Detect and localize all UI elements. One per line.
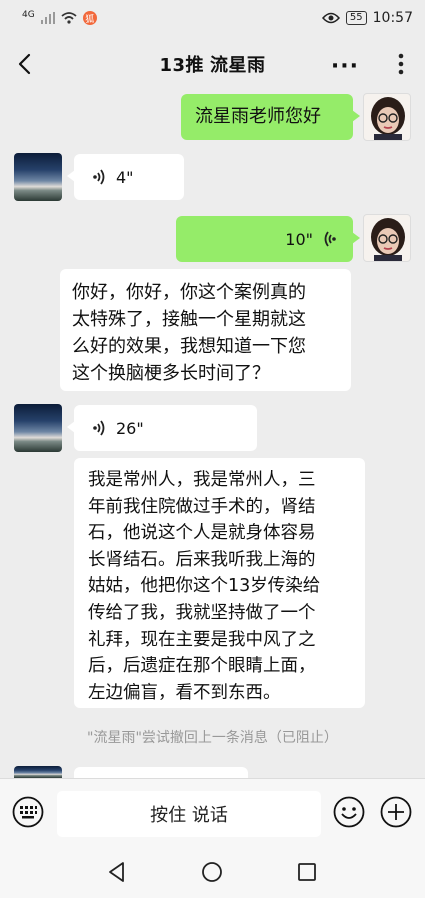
contact-avatar[interactable] bbox=[14, 766, 62, 778]
nav-recents-square-icon[interactable] bbox=[295, 860, 319, 884]
clock: 10:57 bbox=[372, 10, 413, 26]
message-bubble-outgoing[interactable]: 流星雨老师您好 bbox=[181, 94, 360, 140]
emoji-icon[interactable] bbox=[333, 796, 365, 828]
voice-duration: 10" bbox=[285, 229, 313, 249]
signal-icon bbox=[40, 12, 55, 24]
vertical-menu-icon[interactable] bbox=[391, 48, 411, 80]
more-options-button[interactable]: ··· bbox=[331, 54, 359, 79]
message-bubble-incoming[interactable]: 你好，你好，你这个案例真的 太特殊了，接触一个星期就这 么好的效果，我想知道一下… bbox=[60, 269, 351, 391]
voice-duration: 26" bbox=[116, 418, 144, 438]
voice-message-incoming[interactable]: 4" bbox=[67, 154, 184, 200]
message-line: 么好的效果，我想知道一下您 bbox=[72, 336, 306, 357]
nav-back-triangle-icon[interactable] bbox=[105, 860, 129, 884]
message-line: 礼拜，现在主要是我中风了之 bbox=[88, 629, 316, 650]
person-photo-icon bbox=[371, 218, 405, 261]
voice-wave-icon bbox=[324, 231, 336, 247]
back-arrow-icon[interactable] bbox=[12, 50, 40, 78]
message-bubble-incoming-partial[interactable] bbox=[74, 767, 248, 778]
voice-duration: 4" bbox=[116, 167, 134, 187]
network-label: 4G bbox=[22, 10, 35, 20]
my-avatar[interactable] bbox=[363, 93, 411, 141]
message-line: 左边偏盲，看不到东西。 bbox=[88, 682, 281, 703]
message-line: 这个换脑梗多长时间了？ bbox=[72, 363, 270, 384]
message-line: 石，他说这个人是就身体容易 bbox=[88, 523, 316, 544]
message-line: 我是常州人，我是常州人，三 bbox=[88, 470, 316, 490]
message-line: 年前我住院做过手术的，肾结 bbox=[88, 496, 316, 517]
hold-to-talk-button[interactable]: 按住 说话 bbox=[57, 791, 321, 837]
message-line: 长肾结石。后来我听我上海的 bbox=[88, 549, 316, 570]
message-line: 传给了我，我就坚持做了一个 bbox=[88, 602, 316, 623]
notification-badge-icon: 狐 bbox=[82, 11, 97, 25]
message-text: 流星雨老师您好 bbox=[195, 106, 321, 127]
voice-wave-icon bbox=[93, 420, 105, 436]
message-line: 你好，你好，你这个案例真的 bbox=[72, 282, 306, 303]
chat-title: 13推 流星雨 bbox=[159, 55, 266, 76]
message-line: 姑姑，他把你这个13岁传染给 bbox=[88, 576, 321, 597]
chat-header: 13推 流星雨 ··· bbox=[0, 36, 425, 92]
message-line: 太特殊了，接触一个星期就这 bbox=[72, 309, 306, 330]
eye-icon bbox=[321, 12, 340, 24]
voice-message-outgoing[interactable]: 10" bbox=[176, 216, 360, 262]
keyboard-icon[interactable] bbox=[12, 796, 44, 828]
message-line: 后，后遗症在那个眼睛上面， bbox=[88, 656, 316, 677]
person-photo-icon bbox=[371, 97, 405, 140]
voice-message-incoming[interactable]: 26" bbox=[67, 405, 257, 451]
battery-indicator: 55 bbox=[345, 11, 367, 25]
my-avatar[interactable] bbox=[363, 214, 411, 262]
wifi-icon bbox=[61, 12, 77, 24]
message-bubble-incoming[interactable]: 我是常州人，我是常州人，三 年前我住院做过手术的，肾结 石，他说这个人是就身体容… bbox=[74, 458, 365, 708]
system-navigation-bar bbox=[0, 846, 425, 898]
recall-system-notice: "流星雨"尝试撤回上一条消息（已阻止） bbox=[87, 730, 338, 746]
status-bar: 4G 狐 55 10:57 bbox=[0, 0, 425, 36]
nav-home-circle-icon[interactable] bbox=[200, 860, 224, 884]
voice-wave-icon bbox=[93, 169, 105, 185]
chat-input-bar: 按住 说话 bbox=[0, 778, 425, 846]
plus-icon[interactable] bbox=[380, 796, 412, 828]
contact-avatar[interactable] bbox=[14, 404, 62, 452]
contact-avatar[interactable] bbox=[14, 153, 62, 201]
